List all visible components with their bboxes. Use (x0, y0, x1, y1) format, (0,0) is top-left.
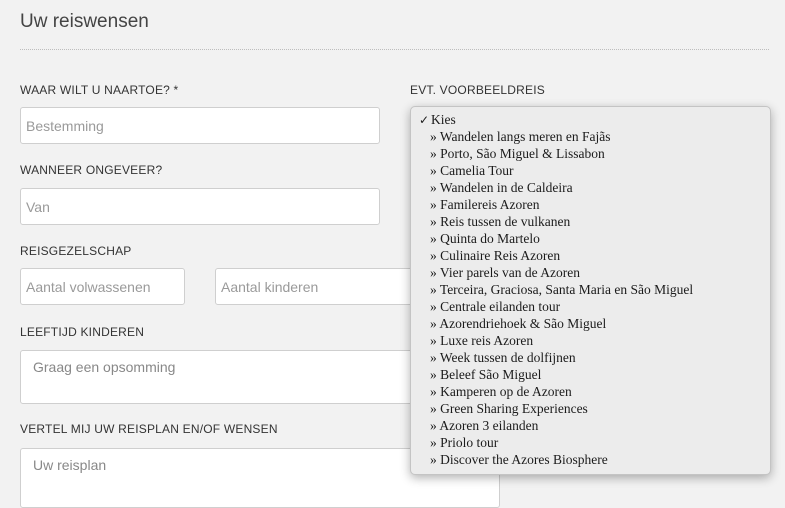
dropdown-option-label: Green Sharing Experiences (440, 401, 588, 416)
section-divider (20, 49, 769, 50)
bullet-glyph: » (430, 282, 440, 297)
adults-input[interactable] (20, 268, 185, 305)
bullet-glyph: » (430, 197, 441, 212)
bullet-glyph: » (430, 401, 441, 416)
dropdown-option[interactable]: » Discover the Azores Biosphere (411, 451, 770, 468)
bullet-glyph: » (430, 367, 441, 382)
destination-label: WAAR WILT U NAARTOE? * (20, 83, 179, 97)
example-trip-dropdown[interactable]: ✓ Kies » Wandelen langs meren en Fajãs» P… (410, 106, 771, 475)
dropdown-option[interactable]: » Priolo tour (411, 434, 770, 451)
dropdown-option-label: Familereis Azoren (440, 197, 540, 212)
dropdown-option-label: Porto, São Miguel & Lissabon (440, 146, 605, 161)
dropdown-option-label: Quinta do Martelo (440, 231, 540, 246)
dropdown-option[interactable]: » Kamperen op de Azoren (411, 383, 770, 400)
dropdown-option-label: Terceira, Graciosa, Santa Maria en São M… (439, 282, 694, 297)
bullet-glyph: » (430, 129, 440, 144)
date-from-input[interactable] (20, 188, 380, 225)
dropdown-option-label: Wandelen langs meren en Fajãs (439, 129, 611, 144)
dropdown-option-label: Priolo tour (440, 435, 499, 450)
dropdown-option-label: Discover the Azores Biosphere (440, 452, 608, 467)
dropdown-option-label: Vier parels van de Azoren (439, 265, 581, 280)
dropdown-option[interactable]: » Reis tussen de vulkanen (411, 213, 770, 230)
bullet-glyph: » (430, 163, 441, 178)
dropdown-option-label: Camelia Tour (440, 163, 514, 178)
when-label: WANNEER ONGEVEER? (20, 163, 163, 177)
destination-input[interactable] (20, 107, 380, 144)
dropdown-option[interactable]: » Azorendriehoek & São Miguel (411, 315, 770, 332)
dropdown-option-label: Week tussen de dolfijnen (439, 350, 576, 365)
section-title: Uw reiswensen (20, 11, 149, 32)
dropdown-option-label: Kamperen op de Azoren (440, 384, 572, 399)
bullet-glyph: » (430, 180, 440, 195)
example-trip-label: EVT. VOORBEELDREIS (410, 83, 545, 97)
bullet-glyph: » (430, 316, 440, 331)
dropdown-option-label: Beleef São Miguel (440, 367, 542, 382)
bullet-glyph: » (430, 299, 441, 314)
children-age-textarea[interactable] (20, 350, 460, 404)
bullet-glyph: » (430, 214, 441, 229)
bullet-glyph: » (430, 452, 441, 467)
plan-label: VERTEL MIJ UW REISPLAN EN/OF WENSEN (20, 422, 278, 436)
dropdown-option[interactable]: » Quinta do Martelo (411, 230, 770, 247)
dropdown-option[interactable]: » Culinaire Reis Azoren (411, 247, 770, 264)
dropdown-option[interactable]: » Porto, São Miguel & Lissabon (411, 145, 770, 162)
dropdown-option[interactable]: » Terceira, Graciosa, Santa Maria en São… (411, 281, 770, 298)
dropdown-option-label: Centrale eilanden tour (440, 299, 561, 314)
dropdown-option[interactable]: » Luxe reis Azoren (411, 332, 770, 349)
dropdown-option[interactable]: » Wandelen in de Caldeira (411, 179, 770, 196)
dropdown-option[interactable]: » Wandelen langs meren en Fajãs (411, 128, 770, 145)
dropdown-option[interactable]: » Centrale eilanden tour (411, 298, 770, 315)
travel-group-label: REISGEZELSCHAP (20, 244, 132, 258)
dropdown-option[interactable]: » Azoren 3 eilanden (411, 417, 770, 434)
dropdown-option[interactable]: » Week tussen de dolfijnen (411, 349, 770, 366)
dropdown-option-label: Reis tussen de vulkanen (440, 214, 571, 229)
dropdown-option[interactable]: » Green Sharing Experiences (411, 400, 770, 417)
dropdown-option-selected[interactable]: ✓ Kies (411, 111, 770, 128)
bullet-glyph: » (430, 231, 441, 246)
children-age-label: LEEFTIJD KINDEREN (20, 325, 145, 339)
selected-option-label: Kies (431, 112, 456, 127)
bullet-glyph: » (430, 350, 440, 365)
checkmark-icon: ✓ (419, 113, 430, 127)
dropdown-option-label: Wandelen in de Caldeira (439, 180, 573, 195)
dropdown-option-label: Azorendriehoek & São Miguel (439, 316, 607, 331)
bullet-glyph: » (430, 435, 441, 450)
bullet-glyph: » (430, 146, 441, 161)
bullet-glyph: » (430, 248, 441, 263)
bullet-glyph: » (430, 265, 440, 280)
bullet-glyph: » (430, 333, 441, 348)
dropdown-option[interactable]: » Vier parels van de Azoren (411, 264, 770, 281)
dropdown-option[interactable]: » Familereis Azoren (411, 196, 770, 213)
dropdown-option-label: Luxe reis Azoren (440, 333, 534, 348)
bullet-glyph: » (430, 384, 441, 399)
dropdown-option[interactable]: » Beleef São Miguel (411, 366, 770, 383)
bullet-glyph: » (430, 418, 440, 433)
dropdown-option[interactable]: » Camelia Tour (411, 162, 770, 179)
dropdown-option-label: Azoren 3 eilanden (439, 418, 539, 433)
dropdown-option-label: Culinaire Reis Azoren (440, 248, 561, 263)
